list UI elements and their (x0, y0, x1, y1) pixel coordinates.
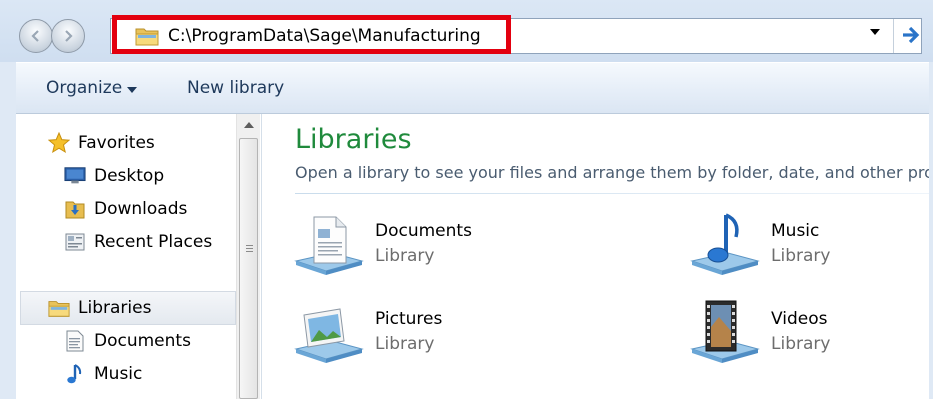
page-title: Libraries (295, 124, 412, 155)
organize-menu-button[interactable]: Organize (46, 78, 122, 98)
library-item-documents[interactable]: Documents Library (292, 209, 592, 279)
new-library-button[interactable]: New library (187, 78, 284, 98)
libraries-content-pane: Libraries Open a library to see your fil… (262, 114, 933, 399)
star-icon (48, 132, 70, 154)
recent-places-icon (64, 231, 86, 253)
nav-favorites[interactable]: Favorites (48, 128, 155, 158)
library-item-videos[interactable]: Videos Library (688, 297, 933, 367)
videos-library-icon (690, 300, 760, 363)
documents-icon (64, 330, 86, 352)
forward-button[interactable] (51, 19, 85, 53)
library-name: Videos (771, 309, 828, 329)
nav-item-documents[interactable]: Documents (64, 326, 191, 356)
window-right-edge (929, 62, 933, 399)
nav-item-downloads[interactable]: Downloads (64, 194, 187, 224)
chevron-down-icon[interactable] (127, 87, 137, 93)
library-type: Library (375, 334, 435, 354)
title-divider (295, 193, 933, 194)
library-type: Library (771, 246, 831, 266)
go-arrow-icon[interactable] (899, 23, 923, 47)
documents-library-icon (294, 216, 364, 275)
music-icon (64, 363, 86, 385)
library-item-pictures[interactable]: Pictures Library (292, 297, 592, 367)
navigation-pane: Favorites Desktop Downloads Recent Place… (16, 114, 262, 399)
nav-item-music[interactable]: Music (64, 359, 142, 389)
library-type: Library (375, 246, 435, 266)
scroll-up-arrow-icon[interactable] (244, 122, 254, 128)
library-name: Documents (375, 221, 472, 241)
address-highlight-box (112, 15, 511, 54)
library-name: Music (771, 221, 820, 241)
nav-item-recent-places[interactable]: Recent Places (64, 227, 212, 257)
address-dropdown-icon[interactable] (870, 29, 880, 35)
nav-item-label: Downloads (94, 199, 188, 219)
nav-item-label: Recent Places (94, 232, 213, 252)
nav-libraries[interactable]: Libraries (48, 293, 151, 323)
back-arrow-icon (31, 30, 39, 42)
music-library-icon (690, 213, 760, 275)
downloads-folder-icon (64, 198, 86, 220)
grip-line (246, 245, 253, 246)
nav-libraries-label: Libraries (78, 298, 152, 318)
forward-arrow-icon (65, 30, 73, 42)
library-name: Pictures (375, 309, 443, 329)
nav-item-desktop[interactable]: Desktop (64, 161, 164, 191)
grip-line (246, 248, 253, 249)
scrollbar-thumb[interactable] (239, 138, 258, 399)
library-type: Library (771, 334, 831, 354)
nav-pane-scrollbar[interactable] (236, 114, 260, 399)
pictures-library-icon (294, 308, 364, 363)
page-subtitle: Open a library to see your files and arr… (295, 163, 933, 182)
nav-item-label: Documents (94, 331, 191, 351)
command-toolbar: Organize New library (16, 62, 933, 114)
back-button[interactable] (19, 19, 53, 53)
libraries-folder-icon (48, 297, 70, 319)
nav-favorites-label: Favorites (78, 133, 155, 153)
nav-item-label: Desktop (94, 166, 165, 186)
address-separator (893, 19, 894, 53)
desktop-icon (64, 165, 86, 187)
grip-line (246, 251, 253, 252)
library-item-music[interactable]: Music Library (688, 209, 933, 279)
nav-item-label: Music (94, 364, 143, 384)
